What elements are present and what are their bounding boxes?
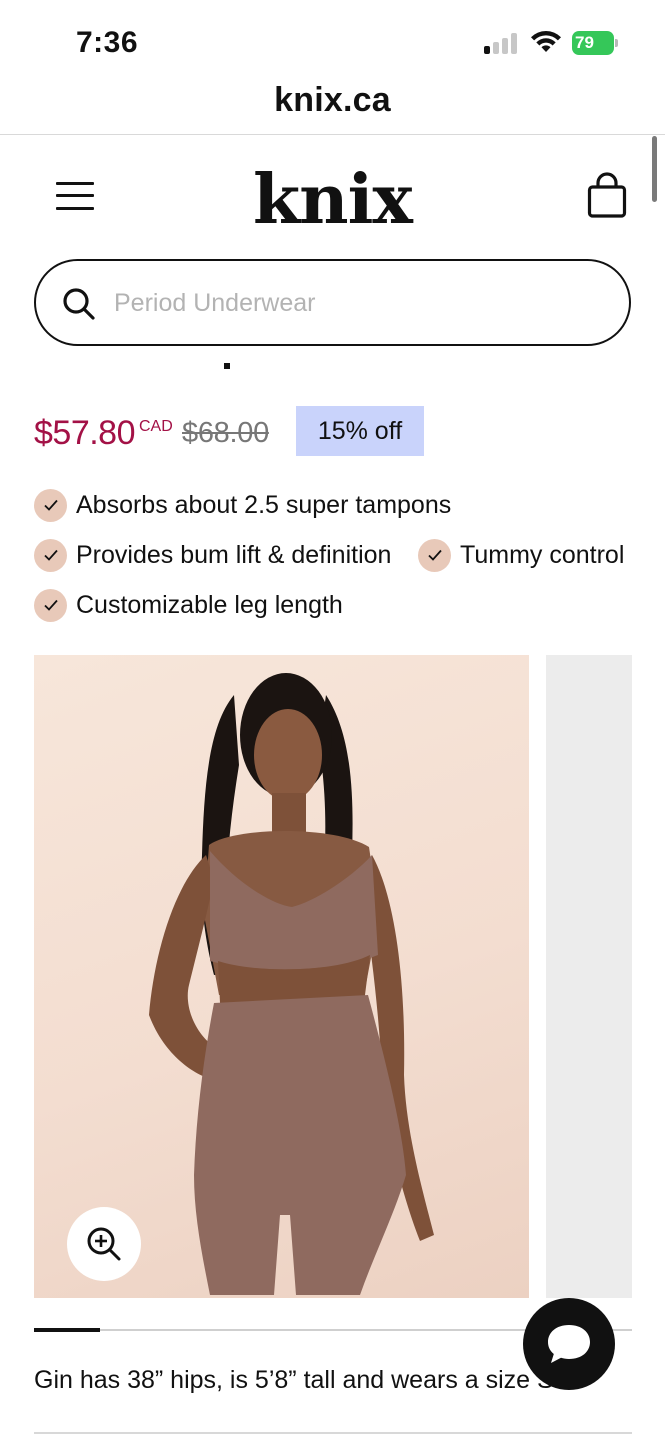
site-logo[interactable]: knix (0, 160, 665, 240)
checkmark-icon (34, 588, 67, 622)
feature-text: Tummy control (460, 540, 625, 569)
carousel-dot (224, 363, 230, 369)
next-product-image[interactable] (546, 655, 632, 1298)
original-price: $68.00 (182, 417, 269, 449)
sale-price: $57.80 (34, 414, 136, 452)
wifi-icon (531, 30, 561, 52)
zoom-in-icon (87, 1227, 121, 1261)
divider (34, 1432, 632, 1434)
zoom-button[interactable] (67, 1207, 141, 1281)
price-currency: CAD (139, 418, 173, 435)
search-input[interactable] (114, 281, 594, 325)
checkmark-icon (34, 538, 67, 572)
status-bar: 7:36 79 (0, 0, 665, 78)
price-row: $57.80 CAD $68.00 15% off (34, 406, 634, 456)
feature-text: Absorbs about 2.5 super tampons (76, 490, 452, 519)
chat-bubble-icon (548, 1325, 590, 1363)
feature-item: Provides bum lift & definition (34, 538, 391, 572)
feature-text: Customizable leg length (76, 590, 343, 619)
battery-indicator: 79 (572, 31, 618, 55)
chat-button[interactable] (523, 1298, 615, 1390)
feature-text: Provides bum lift & definition (76, 540, 392, 569)
model-info-text: Gin has 38” hips, is 5’8” tall and wears… (34, 1366, 554, 1394)
product-image[interactable] (34, 655, 529, 1298)
cellular-signal-icon (484, 32, 520, 54)
status-time: 7:36 (76, 26, 139, 59)
feature-item: Customizable leg length (34, 588, 343, 622)
feature-item: Tummy control (418, 538, 624, 572)
checkmark-icon (34, 488, 67, 522)
checkmark-icon (418, 538, 451, 572)
browser-url-bar[interactable]: knix.ca (0, 78, 665, 135)
discount-badge: 15% off (296, 406, 424, 456)
url-text[interactable]: knix.ca (274, 81, 391, 119)
feature-item: Absorbs about 2.5 super tampons (34, 488, 451, 522)
product-photo-illustration (149, 673, 434, 1295)
gallery-progress-fill (34, 1328, 100, 1332)
search-bar[interactable] (34, 259, 631, 346)
battery-nub (615, 39, 618, 47)
battery-level: 79 (572, 31, 614, 55)
search-icon (63, 288, 95, 320)
shopping-bag-icon[interactable] (586, 172, 628, 220)
